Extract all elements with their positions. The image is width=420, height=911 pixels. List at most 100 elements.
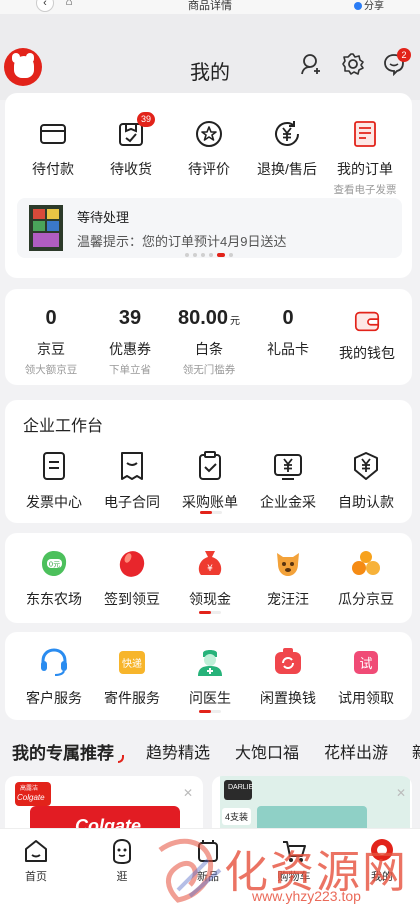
tab-new[interactable]: 新 [412, 739, 420, 763]
wallet-value: 39 [118, 307, 142, 329]
browser-top-bar: ‹ ⌂ 商品详情 分享 [0, 0, 420, 14]
share-beans[interactable]: 瓜分京豆 [326, 547, 406, 609]
self-claim[interactable]: 自助认款 [326, 450, 406, 512]
order-label: 我的订单 [337, 161, 393, 177]
refund-icon [275, 121, 299, 146]
review-icon [196, 121, 222, 147]
pending-text: 温馨提示：您的订单预计4月9日送达 [77, 234, 287, 249]
nav-label: 逛 [116, 871, 128, 883]
express-tag: 快递 [122, 657, 142, 670]
order-pending-payment[interactable]: 待付款 [13, 119, 93, 179]
order-pending-review[interactable]: 待评价 [169, 119, 249, 179]
wallet-value: 0 [282, 307, 294, 329]
trial-tag: 试 [359, 657, 372, 672]
wallet-gift-card[interactable]: 0 礼品卡 [248, 307, 328, 359]
enterprise-scroll-indicator [200, 511, 222, 514]
activities-scroll-indicator [199, 611, 221, 614]
wallet-baitiao[interactable]: 80.00 元 白条 领无门槛券 [169, 307, 249, 377]
gear-icon[interactable] [341, 52, 365, 76]
wallet-value: 80.00 [177, 307, 229, 329]
add-friend-icon[interactable] [300, 52, 324, 76]
tab-recommended[interactable]: 我的专属推荐 [12, 739, 114, 764]
finance-icon [274, 454, 302, 480]
trial-claim[interactable]: 试 试用领取 [326, 646, 406, 708]
services-scroll-indicator [199, 710, 221, 713]
product-thumbnail [29, 205, 63, 251]
grid-label: 宠汪汪 [267, 591, 309, 607]
product-brand-cn: 高露洁 [20, 786, 39, 792]
grid-label: 企业金采 [260, 494, 316, 510]
grid-label: 采购账单 [182, 494, 238, 510]
claim-icon [354, 452, 378, 480]
contract-icon [121, 452, 143, 480]
nav-label: 首页 [25, 871, 47, 883]
cash-bag-icon: ¥ [198, 551, 222, 575]
invoice-center[interactable]: 发票中心 [14, 450, 94, 512]
order-list-icon [354, 121, 376, 147]
grid-label: 电子合同 [104, 494, 160, 510]
recycle-for-cash[interactable]: 闲置换钱 [248, 646, 328, 708]
message-badge: 2 [397, 48, 411, 62]
trial-icon: 试 [354, 651, 378, 674]
watermark-url: www.yhzy223.top [252, 888, 361, 904]
product-tag: 4支装 [222, 808, 252, 825]
tab-food[interactable]: 大饱口福 [235, 739, 299, 763]
dog-icon [277, 553, 299, 576]
wallet-sub: 下单立省 [109, 364, 151, 376]
pending-notice[interactable]: 等待处理 温馨提示：您的订单预计4月9日送达 [17, 198, 402, 258]
enterprise-finance[interactable]: 企业金采 [248, 450, 328, 512]
close-icon[interactable]: ✕ [183, 786, 193, 800]
express-service[interactable]: 快递 寄件服务 [92, 646, 172, 708]
express-icon: 快递 [119, 651, 145, 674]
e-contract[interactable]: 电子合同 [92, 450, 172, 512]
invoice-icon [43, 452, 65, 480]
services-card: 客户服务 快递 寄件服务 问医生 闲置换钱 试 试用领取 [5, 632, 412, 720]
pet-dog[interactable]: 宠汪汪 [248, 547, 328, 609]
headset-icon [41, 648, 67, 676]
orders-card: 待付款 39 待收货 待评价 退换/售后 我的订单 查看电子发票 等待处理 温馨… [5, 93, 412, 278]
nav-browse[interactable]: 逛 [92, 837, 152, 884]
order-label: 待付款 [32, 161, 74, 177]
wallet-sub: 领大额京豆 [24, 364, 78, 376]
feed-tabs: 我的专属推荐 趋势精选 大饱口福 花样出游 新 [0, 735, 420, 765]
grid-label: 东东农场 [26, 591, 82, 607]
close-icon[interactable]: ✕ [396, 786, 406, 800]
wallet-unit: 元 [230, 316, 241, 327]
wallet-card: 0 京豆 领大额京豆 39 优惠券 下单立省 80.00 元 白条 领无门槛券 0… [5, 289, 412, 385]
grid-label: 闲置换钱 [260, 690, 316, 706]
sign-in-beans[interactable]: 签到领豆 [92, 547, 172, 609]
customer-service[interactable]: 客户服务 [14, 646, 94, 708]
wallet-jingdou[interactable]: 0 京豆 领大额京豆 [11, 307, 91, 377]
order-label: 待收货 [110, 161, 152, 177]
grid-label: 签到领豆 [104, 591, 160, 607]
invoice-link[interactable]: 查看电子发票 [325, 182, 405, 197]
home-nav-icon [25, 840, 47, 862]
card-icon [40, 124, 66, 144]
dongdong-farm[interactable]: 0元 东东农场 [14, 547, 94, 609]
tab-trending[interactable]: 趋势精选 [146, 739, 210, 763]
share-button[interactable]: 分享 [354, 0, 384, 12]
order-label: 待评价 [188, 161, 230, 177]
purchase-bill[interactable]: 采购账单 [170, 450, 250, 512]
browse-icon [113, 838, 131, 865]
enterprise-card: 企业工作台 发票中心 电子合同 采购账单 企业金采 自助认款 [5, 400, 412, 523]
order-pending-receipt[interactable]: 39 待收货 [91, 112, 171, 179]
my-wallet-button[interactable]: 我的钱包 [327, 307, 407, 363]
beans-pile-icon [352, 551, 380, 575]
my-orders[interactable]: 我的订单 查看电子发票 [325, 119, 405, 197]
nav-home[interactable]: 首页 [6, 837, 66, 884]
enterprise-title: 企业工作台 [23, 418, 104, 435]
doctor-icon [198, 650, 222, 676]
order-refund[interactable]: 退换/售后 [247, 119, 327, 179]
wallet-value-wrap: 80.00 元 [169, 307, 249, 331]
grid-label: 自助认款 [338, 494, 394, 510]
wallet-icon [354, 311, 380, 332]
wallet-coupons[interactable]: 39 优惠券 下单立省 [90, 307, 170, 377]
pending-title: 等待处理 [77, 210, 130, 225]
ask-doctor[interactable]: 问医生 [170, 646, 250, 713]
wallet-label: 白条 [195, 341, 223, 357]
activities-card: 0元 东东农场 签到领豆 ¥ 领现金 宠汪汪 瓜分京豆 [5, 533, 412, 623]
wallet-label: 优惠券 [109, 341, 151, 357]
tab-travel[interactable]: 花样出游 [324, 739, 388, 763]
get-cash[interactable]: ¥ 领现金 [170, 547, 250, 614]
